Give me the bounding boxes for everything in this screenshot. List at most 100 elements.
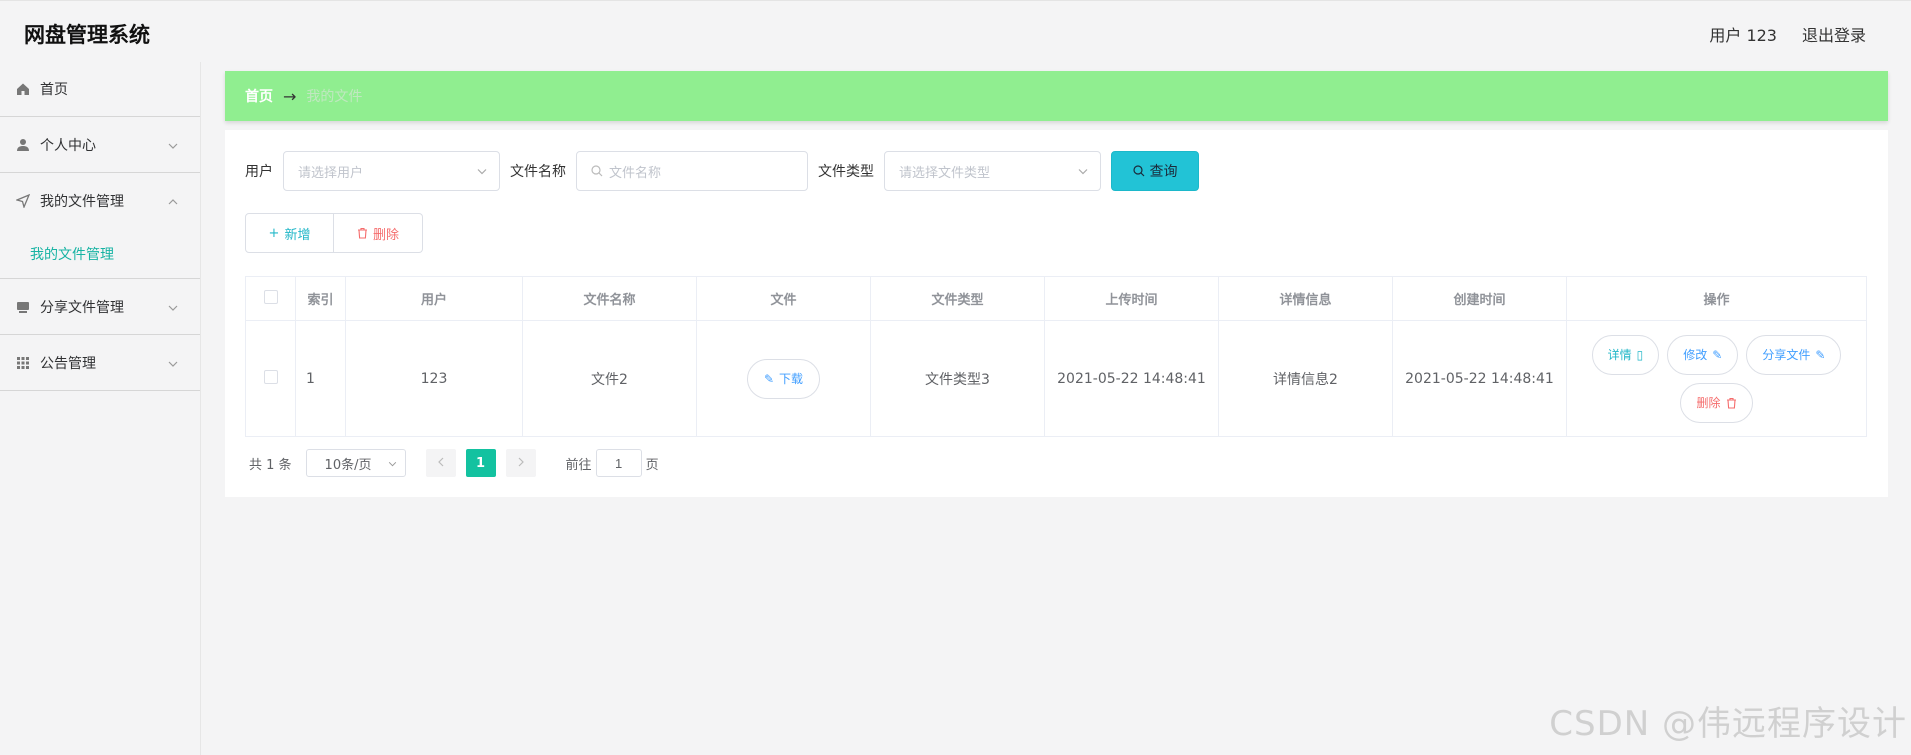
row-delete-button[interactable]: 删除 — [1680, 382, 1753, 423]
column-header: 详情信息 — [1218, 276, 1393, 321]
sidebar-item-label: 公告管理 — [40, 355, 96, 372]
column-header: 文件类型 — [870, 276, 1045, 321]
cell-details: 详情信息2 — [1218, 320, 1393, 437]
top-bar: 网盘管理系统 用户 123 退出登录 — [0, 0, 1911, 62]
action-bar: + 新增 删除 — [245, 213, 423, 253]
trash-icon — [1726, 397, 1737, 409]
page-size-value: 10条/页 — [324, 457, 372, 473]
arrow-right-icon: → — [283, 86, 297, 106]
select-all-cell — [245, 276, 296, 321]
cell-file-type: 文件类型3 — [870, 320, 1045, 437]
filetype-select[interactable]: 请选择文件类型 — [884, 151, 1101, 191]
edit-button-label: 修改 — [1683, 348, 1708, 362]
cell-upload-time: 2021-05-22 14:48:41 — [1044, 320, 1219, 437]
sidebar-item-label: 我的文件管理 — [40, 194, 124, 210]
page-number-current[interactable]: 1 — [465, 449, 496, 477]
current-user: 用户 123 — [1709, 26, 1777, 45]
next-page-button[interactable] — [505, 449, 536, 477]
pagination-total: 共 1 条 — [249, 457, 292, 473]
sidebar-item-shared-files[interactable]: 分享文件管理 — [0, 279, 200, 335]
chevron-down-icon — [168, 299, 178, 315]
chevron-down-icon — [388, 456, 397, 471]
delete-button[interactable]: 删除 — [334, 213, 423, 253]
cell-file-name: 文件2 — [522, 320, 697, 437]
search-icon — [1132, 165, 1145, 177]
page-size-select[interactable]: 10条/页 — [305, 449, 406, 477]
download-button-label: 下载 — [779, 372, 804, 386]
column-header: 操作 — [1566, 276, 1867, 321]
files-table: 索引 用户 文件名称 文件 文件类型 上传时间 详情信息 创建时间 操作 1 1… — [245, 276, 1867, 437]
cell-ops: 详情 ▯ 修改 ✎ 分享文件 ✎ 删除 — [1566, 320, 1867, 437]
share-button[interactable]: 分享文件 ✎ — [1746, 334, 1842, 375]
breadcrumb-current: 我的文件 — [306, 89, 363, 105]
pagination: 共 1 条 10条/页 1 前往 页 — [249, 449, 659, 477]
breadcrumb-home[interactable]: 首页 — [245, 86, 273, 106]
column-header: 文件名称 — [522, 276, 697, 321]
edit-icon: ✎ — [1815, 347, 1826, 362]
query-button-label: 查询 — [1149, 164, 1178, 180]
cell-index: 1 — [295, 320, 346, 437]
plus-icon: + — [268, 225, 280, 241]
detail-button[interactable]: 详情 ▯ — [1591, 334, 1660, 375]
logout-link[interactable]: 退出登录 — [1802, 22, 1866, 46]
filename-filter-label: 文件名称 — [510, 164, 566, 180]
row-actions: 详情 ▯ 修改 ✎ 分享文件 ✎ 删除 — [1567, 334, 1866, 423]
select-all-checkbox[interactable] — [263, 289, 278, 304]
download-button[interactable]: ✎ 下载 — [746, 358, 821, 399]
row-delete-button-label: 删除 — [1696, 396, 1721, 410]
send-icon — [16, 194, 30, 208]
user-select-placeholder: 请选择用户 — [298, 165, 364, 181]
app-title: 网盘管理系统 — [24, 23, 150, 47]
goto-prefix: 前往 — [565, 457, 592, 473]
filename-input[interactable]: 文件名称 — [576, 151, 808, 191]
document-icon: ▯ — [1636, 347, 1644, 362]
column-header: 文件 — [696, 276, 871, 321]
folder-icon — [16, 300, 30, 314]
sidebar-item-home[interactable]: 首页 — [0, 62, 200, 117]
search-icon — [591, 165, 603, 177]
filename-placeholder: 文件名称 — [609, 165, 662, 181]
add-button-label: 新增 — [284, 227, 311, 243]
sidebar-item-label: 首页 — [40, 82, 68, 98]
goto-page-input[interactable] — [595, 449, 642, 477]
cell-create-time: 2021-05-22 14:48:41 — [1392, 320, 1567, 437]
cell-user: 123 — [345, 320, 523, 437]
sidebar-item-label: 个人中心 — [40, 137, 96, 154]
share-button-label: 分享文件 — [1762, 348, 1811, 362]
column-header: 用户 — [345, 276, 523, 321]
chevron-left-icon — [437, 456, 444, 471]
user-icon — [16, 138, 30, 152]
edit-icon: ✎ — [763, 371, 775, 386]
watermark: CSDN @伟远程序设计 — [1549, 704, 1907, 744]
edit-button[interactable]: 修改 ✎ — [1667, 334, 1739, 375]
goto-suffix: 页 — [645, 457, 659, 473]
filetype-select-placeholder: 请选择文件类型 — [899, 165, 991, 181]
chevron-down-icon — [1078, 164, 1088, 179]
trash-icon — [357, 227, 368, 239]
grid-icon — [16, 356, 30, 370]
filter-bar: 用户 请选择用户 文件名称 文件名称 文件类型 请选择文件类型 查询 — [245, 151, 1199, 191]
column-header: 创建时间 — [1392, 276, 1567, 321]
sidebar-item-announcements[interactable]: 公告管理 — [0, 335, 200, 391]
content-panel: 用户 请选择用户 文件名称 文件名称 文件类型 请选择文件类型 查询 + 新增 … — [225, 130, 1888, 497]
table-row: 1 123 文件2 ✎ 下载 文件类型3 2021-05-22 14:48:41… — [245, 320, 1867, 437]
chevron-down-icon — [477, 164, 487, 179]
column-header: 上传时间 — [1044, 276, 1219, 321]
cell-file: ✎ 下载 — [696, 320, 871, 437]
delete-button-label: 删除 — [372, 227, 399, 243]
chevron-down-icon — [168, 355, 178, 371]
sidebar-item-my-files[interactable]: 我的文件管理 — [0, 173, 200, 229]
table-header-row: 索引 用户 文件名称 文件 文件类型 上传时间 详情信息 创建时间 操作 — [245, 276, 1867, 321]
chevron-up-icon — [168, 193, 178, 209]
edit-icon: ✎ — [1712, 347, 1723, 362]
detail-button-label: 详情 — [1607, 348, 1632, 362]
row-checkbox[interactable] — [263, 369, 278, 384]
query-button[interactable]: 查询 — [1111, 151, 1199, 191]
add-button[interactable]: + 新增 — [245, 213, 334, 253]
home-icon — [16, 82, 30, 96]
sidebar-item-profile[interactable]: 个人中心 — [0, 117, 200, 173]
user-select[interactable]: 请选择用户 — [283, 151, 500, 191]
sidebar-subitem-my-files[interactable]: 我的文件管理 — [0, 229, 200, 279]
prev-page-button[interactable] — [425, 449, 456, 477]
row-select-cell — [245, 320, 296, 437]
